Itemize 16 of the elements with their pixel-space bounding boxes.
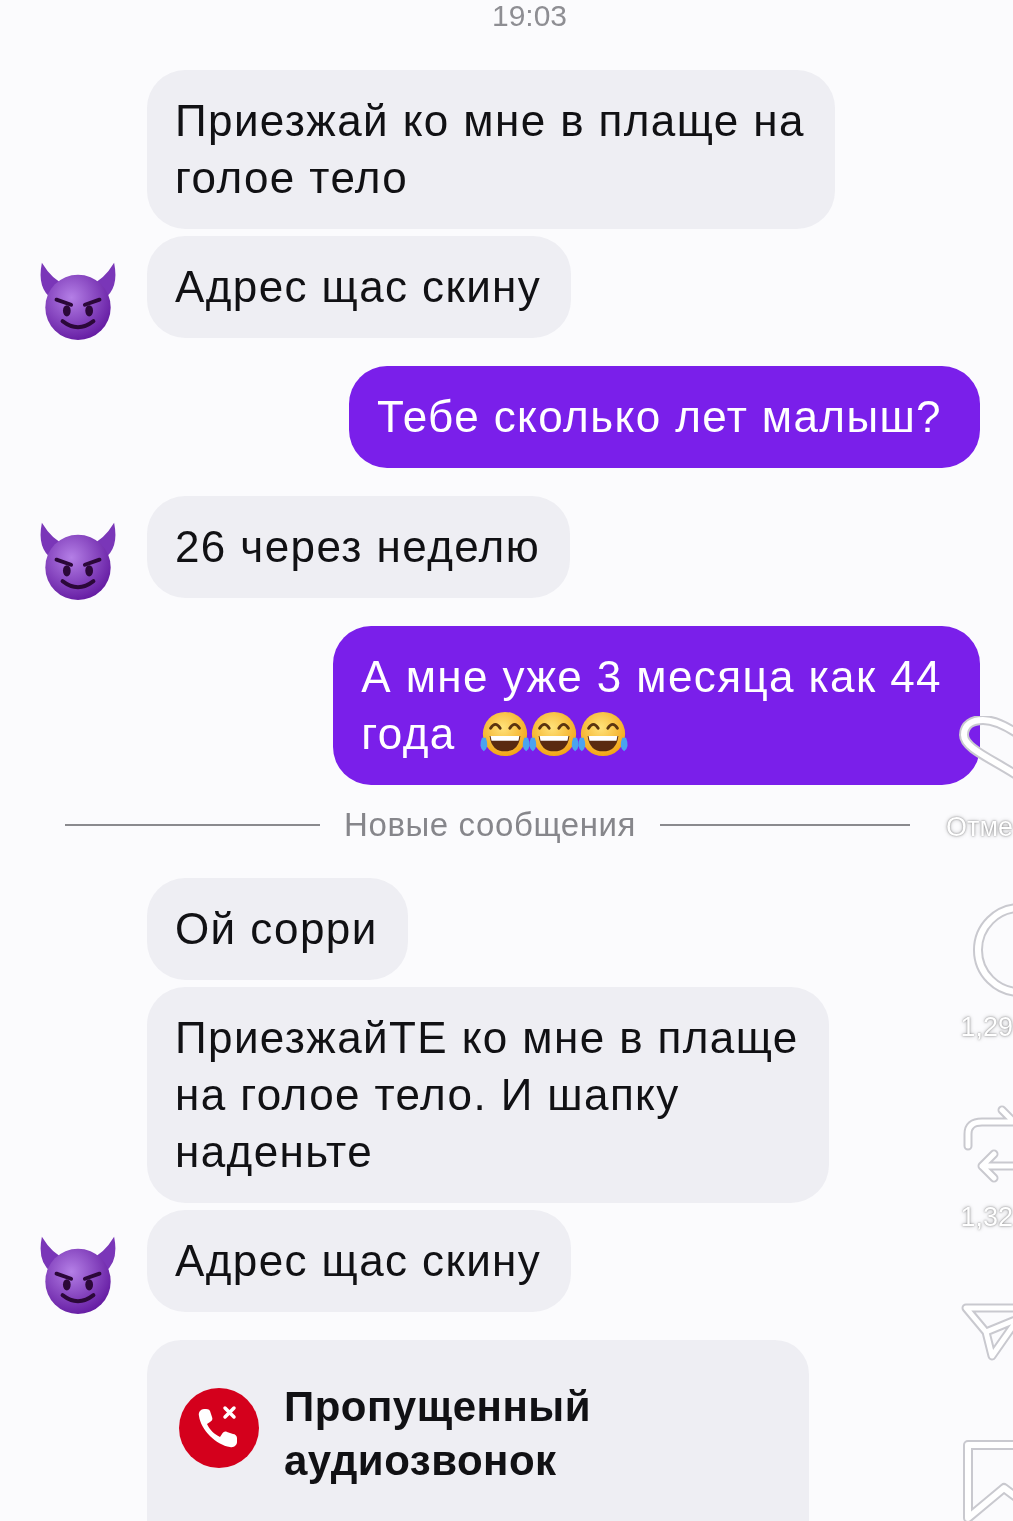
message-text: Приезжай ко мне в плаще на голое тело	[175, 95, 805, 204]
message-text: ПриезжайТЕ ко мне в плаще на голое тело. И шапку наденьте	[175, 1012, 799, 1178]
count-label: 1,32	[960, 1202, 1013, 1232]
call-status-text: Пропущенный аудиозвонок	[284, 1382, 591, 1486]
count-label: 1,29	[960, 1012, 1013, 1042]
bookmark-icon[interactable]	[960, 1440, 1013, 1521]
message-text: Адрес щас скину	[175, 261, 542, 313]
message-text: Ой сорри	[175, 903, 378, 955]
message-text: Тебе сколько лет малыш?	[376, 391, 942, 443]
message-text: Адрес щас скину	[175, 1235, 542, 1287]
timestamp: 19:03	[491, 0, 568, 32]
message-text: 26 через неделю	[175, 521, 541, 573]
message-text: года	[361, 708, 456, 760]
message-text: А мне уже 3 месяца как 44	[361, 651, 942, 703]
new-messages-label: Новые сообщения	[344, 807, 637, 843]
action-label: Отме	[946, 812, 1013, 842]
